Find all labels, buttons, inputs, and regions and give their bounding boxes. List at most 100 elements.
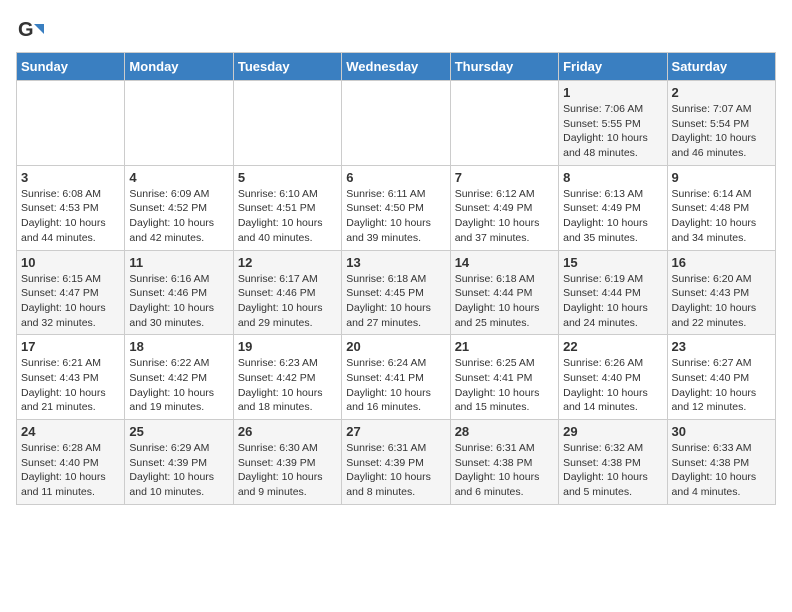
day-number: 10 — [21, 255, 120, 270]
calendar-cell: 17 Sunrise: 6:21 AMSunset: 4:43 PMDayligh… — [17, 335, 125, 420]
calendar-week-3: 10 Sunrise: 6:15 AMSunset: 4:47 PMDayligh… — [17, 250, 776, 335]
day-number: 6 — [346, 170, 445, 185]
day-detail: Sunrise: 6:09 AMSunset: 4:52 PMDaylight:… — [129, 188, 214, 244]
calendar-cell: 7 Sunrise: 6:12 AMSunset: 4:49 PMDaylight… — [450, 165, 558, 250]
day-detail: Sunrise: 6:20 AMSunset: 4:43 PMDaylight:… — [672, 273, 757, 329]
calendar-cell — [450, 81, 558, 166]
day-detail: Sunrise: 6:19 AMSunset: 4:44 PMDaylight:… — [563, 273, 648, 329]
calendar-cell: 11 Sunrise: 6:16 AMSunset: 4:46 PMDayligh… — [125, 250, 233, 335]
calendar-cell: 25 Sunrise: 6:29 AMSunset: 4:39 PMDayligh… — [125, 420, 233, 505]
day-number: 11 — [129, 255, 228, 270]
day-detail: Sunrise: 6:21 AMSunset: 4:43 PMDaylight:… — [21, 357, 106, 413]
col-header-sunday: Sunday — [17, 53, 125, 81]
calendar-cell: 10 Sunrise: 6:15 AMSunset: 4:47 PMDayligh… — [17, 250, 125, 335]
calendar-week-2: 3 Sunrise: 6:08 AMSunset: 4:53 PMDaylight… — [17, 165, 776, 250]
calendar-cell: 27 Sunrise: 6:31 AMSunset: 4:39 PMDayligh… — [342, 420, 450, 505]
day-number: 13 — [346, 255, 445, 270]
calendar-cell — [17, 81, 125, 166]
calendar-cell: 28 Sunrise: 6:31 AMSunset: 4:38 PMDayligh… — [450, 420, 558, 505]
calendar-cell — [233, 81, 341, 166]
calendar-week-5: 24Sunrise: 6:28 AMSunset: 4:40 PMDayligh… — [17, 420, 776, 505]
calendar-cell: 2 Sunrise: 7:07 AMSunset: 5:54 PMDaylight… — [667, 81, 775, 166]
day-detail: Sunrise: 6:16 AMSunset: 4:46 PMDaylight:… — [129, 273, 214, 329]
calendar-cell: 12Sunrise: 6:17 AMSunset: 4:46 PMDayligh… — [233, 250, 341, 335]
day-number: 26 — [238, 424, 337, 439]
calendar-cell: 19 Sunrise: 6:23 AMSunset: 4:42 PMDayligh… — [233, 335, 341, 420]
day-detail: Sunrise: 6:13 AMSunset: 4:49 PMDaylight:… — [563, 188, 648, 244]
day-detail: Sunrise: 6:29 AMSunset: 4:39 PMDaylight:… — [129, 442, 214, 498]
day-detail: Sunrise: 6:28 AMSunset: 4:40 PMDaylight:… — [21, 442, 106, 498]
col-header-monday: Monday — [125, 53, 233, 81]
day-number: 18 — [129, 339, 228, 354]
day-detail: Sunrise: 6:15 AMSunset: 4:47 PMDaylight:… — [21, 273, 106, 329]
day-detail: Sunrise: 6:24 AMSunset: 4:41 PMDaylight:… — [346, 357, 431, 413]
day-number: 16 — [672, 255, 771, 270]
logo-icon: G — [16, 16, 44, 44]
day-number: 4 — [129, 170, 228, 185]
day-detail: Sunrise: 6:08 AMSunset: 4:53 PMDaylight:… — [21, 188, 106, 244]
svg-text:G: G — [18, 19, 34, 41]
calendar-cell — [342, 81, 450, 166]
calendar-week-1: 1Sunrise: 7:06 AMSunset: 5:55 PMDaylight… — [17, 81, 776, 166]
day-detail: Sunrise: 6:31 AMSunset: 4:39 PMDaylight:… — [346, 442, 431, 498]
calendar-cell: 1Sunrise: 7:06 AMSunset: 5:55 PMDaylight… — [559, 81, 667, 166]
calendar-cell: 22 Sunrise: 6:26 AMSunset: 4:40 PMDayligh… — [559, 335, 667, 420]
col-header-wednesday: Wednesday — [342, 53, 450, 81]
col-header-thursday: Thursday — [450, 53, 558, 81]
calendar-cell: 16 Sunrise: 6:20 AMSunset: 4:43 PMDayligh… — [667, 250, 775, 335]
calendar-cell: 21 Sunrise: 6:25 AMSunset: 4:41 PMDayligh… — [450, 335, 558, 420]
calendar-cell: 4 Sunrise: 6:09 AMSunset: 4:52 PMDaylight… — [125, 165, 233, 250]
day-number: 30 — [672, 424, 771, 439]
day-detail: Sunrise: 6:25 AMSunset: 4:41 PMDaylight:… — [455, 357, 540, 413]
day-detail: Sunrise: 6:18 AMSunset: 4:45 PMDaylight:… — [346, 273, 431, 329]
calendar-week-4: 17 Sunrise: 6:21 AMSunset: 4:43 PMDayligh… — [17, 335, 776, 420]
day-number: 19 — [238, 339, 337, 354]
day-number: 17 — [21, 339, 120, 354]
day-number: 7 — [455, 170, 554, 185]
calendar-cell: 8 Sunrise: 6:13 AMSunset: 4:49 PMDaylight… — [559, 165, 667, 250]
calendar-cell: 29 Sunrise: 6:32 AMSunset: 4:38 PMDayligh… — [559, 420, 667, 505]
header-row: SundayMondayTuesdayWednesdayThursdayFrid… — [17, 53, 776, 81]
day-number: 15 — [563, 255, 662, 270]
day-number: 20 — [346, 339, 445, 354]
calendar-cell: 5Sunrise: 6:10 AMSunset: 4:51 PMDaylight… — [233, 165, 341, 250]
day-detail: Sunrise: 6:22 AMSunset: 4:42 PMDaylight:… — [129, 357, 214, 413]
day-number: 2 — [672, 85, 771, 100]
day-detail: Sunrise: 6:17 AMSunset: 4:46 PMDaylight:… — [238, 273, 323, 329]
day-detail: Sunrise: 6:23 AMSunset: 4:42 PMDaylight:… — [238, 357, 323, 413]
day-detail: Sunrise: 6:11 AMSunset: 4:50 PMDaylight:… — [346, 188, 431, 244]
day-detail: Sunrise: 6:12 AMSunset: 4:49 PMDaylight:… — [455, 188, 540, 244]
day-number: 21 — [455, 339, 554, 354]
day-detail: Sunrise: 6:10 AMSunset: 4:51 PMDaylight:… — [238, 188, 323, 244]
day-detail: Sunrise: 7:07 AMSunset: 5:54 PMDaylight:… — [672, 103, 757, 159]
calendar-cell: 18 Sunrise: 6:22 AMSunset: 4:42 PMDayligh… — [125, 335, 233, 420]
day-detail: Sunrise: 6:18 AMSunset: 4:44 PMDaylight:… — [455, 273, 540, 329]
logo: G — [16, 16, 48, 44]
day-number: 25 — [129, 424, 228, 439]
day-detail: Sunrise: 6:33 AMSunset: 4:38 PMDaylight:… — [672, 442, 757, 498]
day-number: 22 — [563, 339, 662, 354]
day-detail: Sunrise: 6:32 AMSunset: 4:38 PMDaylight:… — [563, 442, 648, 498]
calendar-cell: 24Sunrise: 6:28 AMSunset: 4:40 PMDayligh… — [17, 420, 125, 505]
col-header-tuesday: Tuesday — [233, 53, 341, 81]
calendar-cell: 26 Sunrise: 6:30 AMSunset: 4:39 PMDayligh… — [233, 420, 341, 505]
day-detail: Sunrise: 7:06 AMSunset: 5:55 PMDaylight:… — [563, 103, 648, 159]
day-detail: Sunrise: 6:26 AMSunset: 4:40 PMDaylight:… — [563, 357, 648, 413]
calendar-cell: 13 Sunrise: 6:18 AMSunset: 4:45 PMDayligh… — [342, 250, 450, 335]
day-number: 29 — [563, 424, 662, 439]
day-number: 14 — [455, 255, 554, 270]
day-number: 8 — [563, 170, 662, 185]
day-number: 9 — [672, 170, 771, 185]
day-detail: Sunrise: 6:27 AMSunset: 4:40 PMDaylight:… — [672, 357, 757, 413]
calendar-cell: 3 Sunrise: 6:08 AMSunset: 4:53 PMDaylight… — [17, 165, 125, 250]
day-number: 23 — [672, 339, 771, 354]
col-header-friday: Friday — [559, 53, 667, 81]
day-number: 28 — [455, 424, 554, 439]
col-header-saturday: Saturday — [667, 53, 775, 81]
calendar-cell: 20 Sunrise: 6:24 AMSunset: 4:41 PMDayligh… — [342, 335, 450, 420]
calendar-cell: 15 Sunrise: 6:19 AMSunset: 4:44 PMDayligh… — [559, 250, 667, 335]
day-number: 27 — [346, 424, 445, 439]
day-detail: Sunrise: 6:30 AMSunset: 4:39 PMDaylight:… — [238, 442, 323, 498]
day-number: 3 — [21, 170, 120, 185]
day-detail: Sunrise: 6:31 AMSunset: 4:38 PMDaylight:… — [455, 442, 540, 498]
